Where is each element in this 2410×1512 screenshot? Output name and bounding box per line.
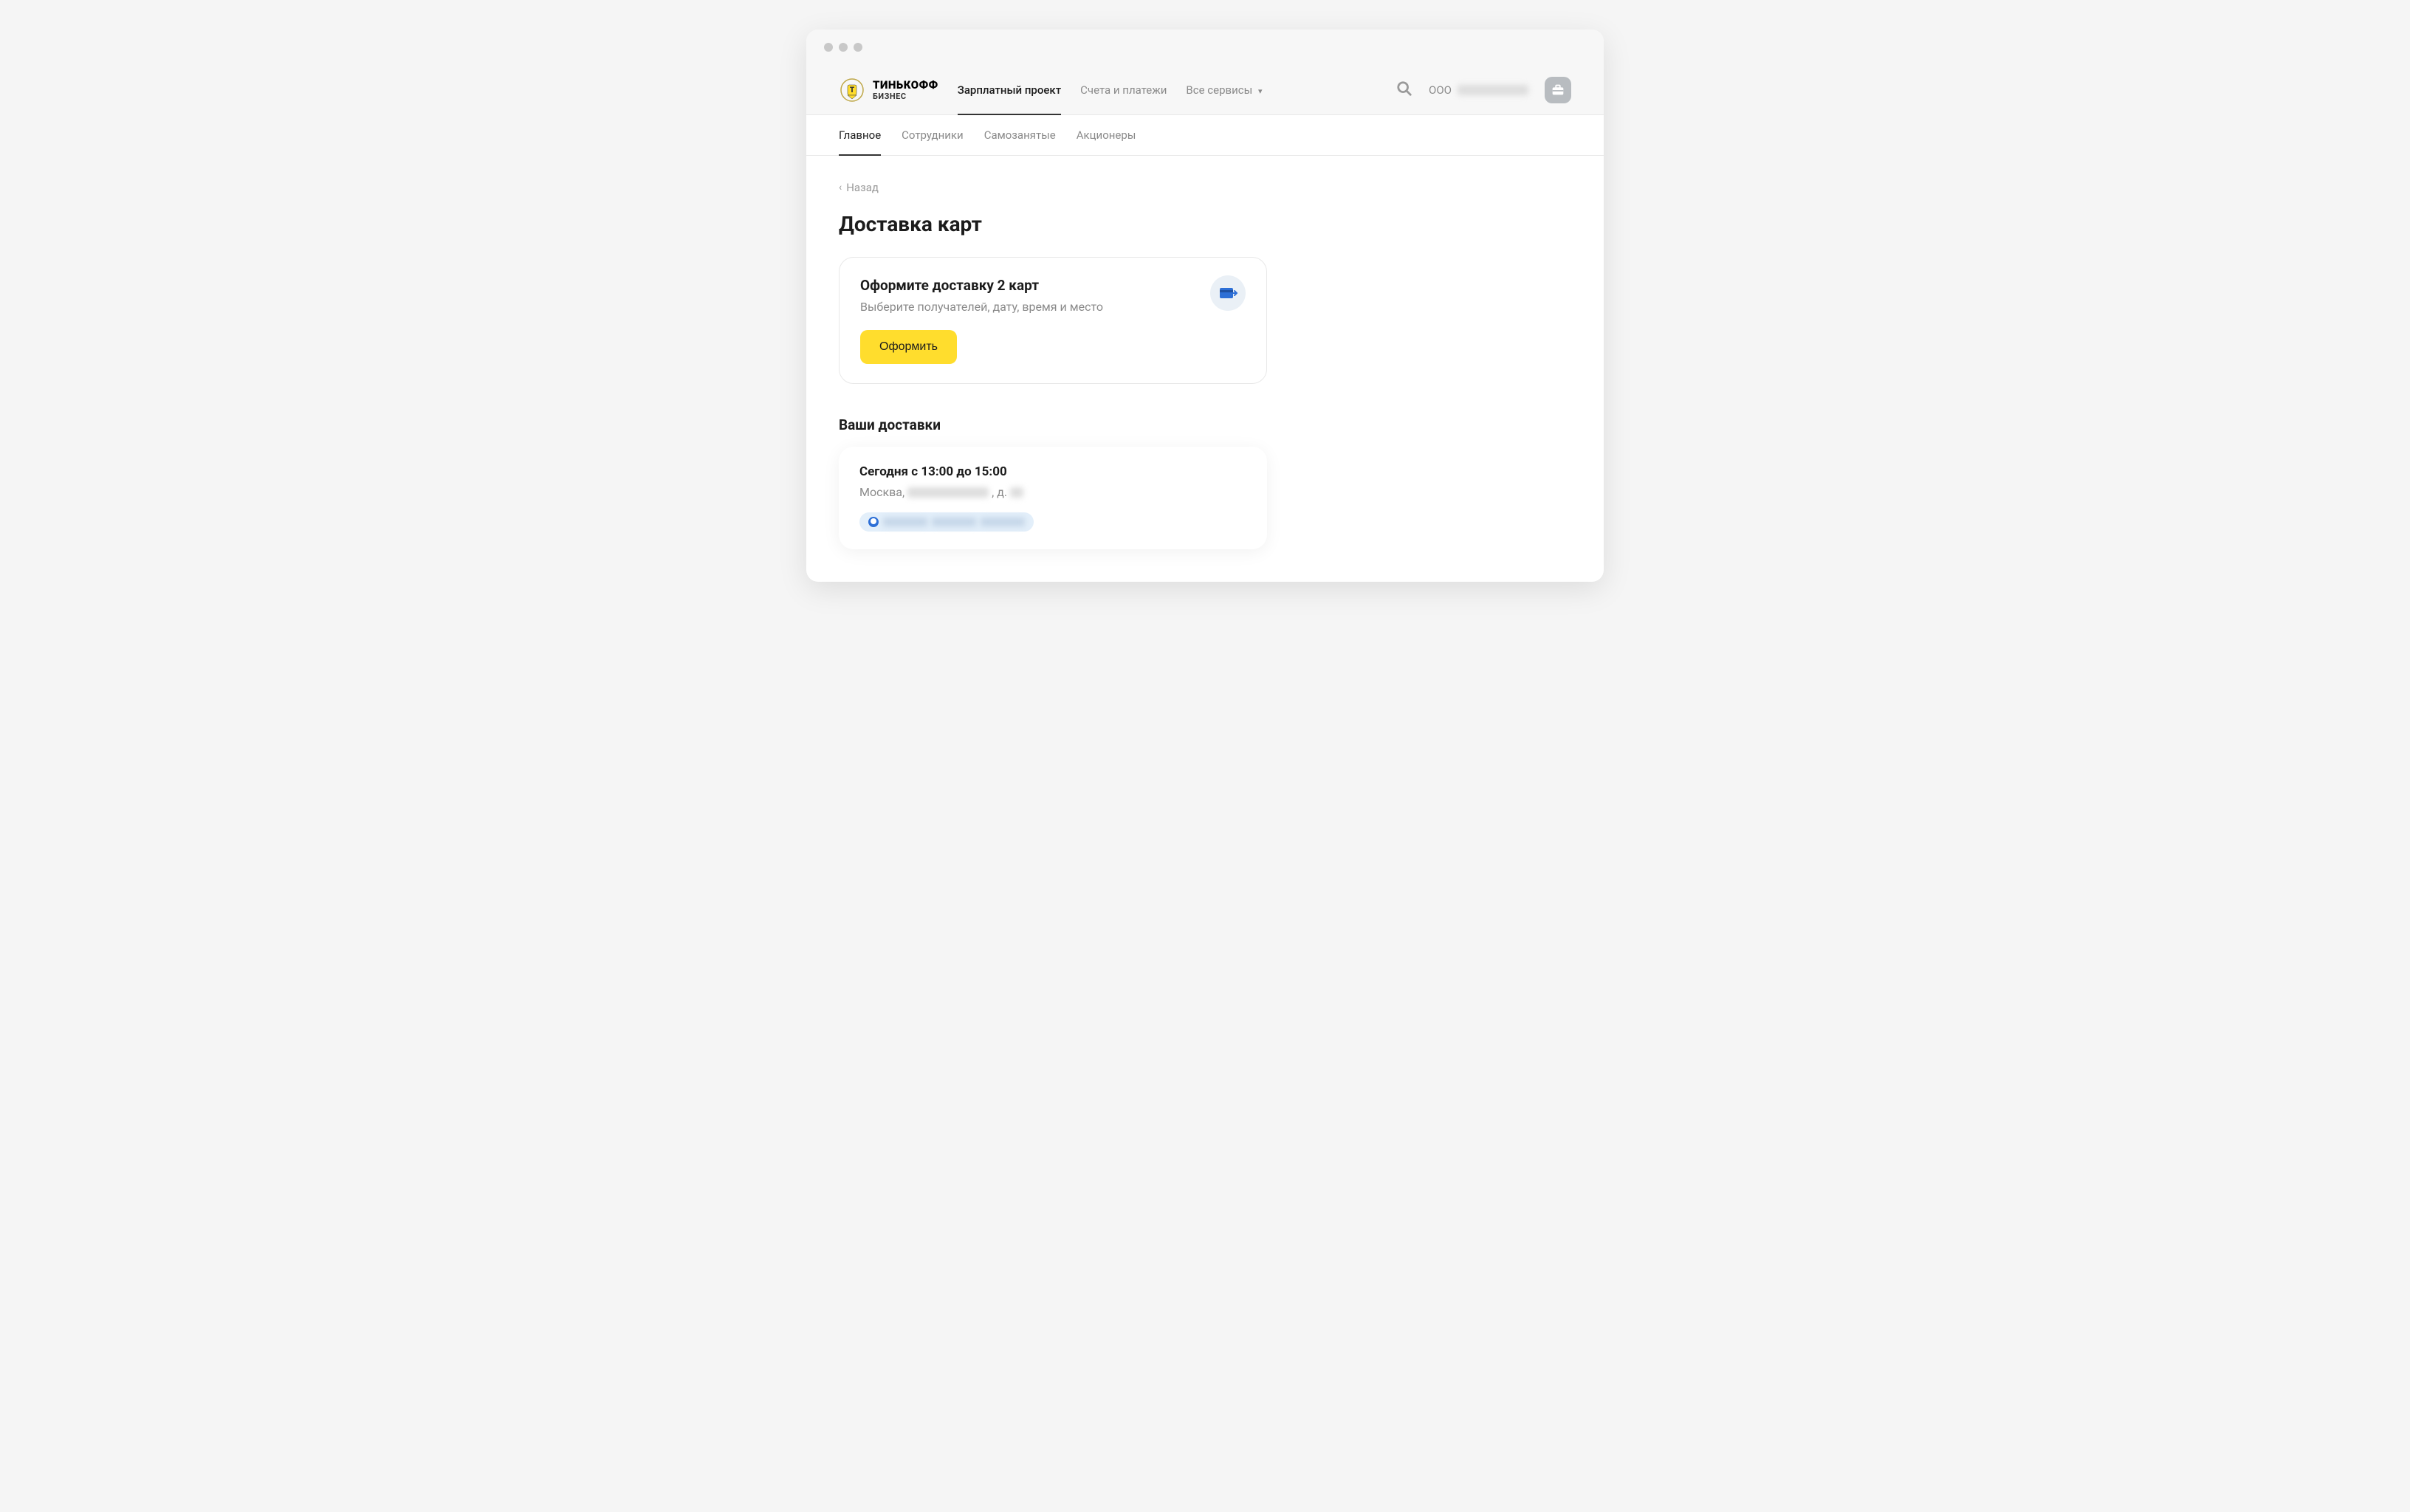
delivery-card[interactable]: Сегодня с 13:00 до 15:00 Москва, , д. xyxy=(839,447,1267,549)
nav-item-accounts[interactable]: Счета и платежи xyxy=(1080,66,1167,114)
address-house-redacted xyxy=(1010,487,1023,498)
top-nav-items: Зарплатный проект Счета и платежи Все се… xyxy=(958,66,1396,114)
window-titlebar xyxy=(806,30,1604,65)
chevron-left-icon: ‹ xyxy=(839,182,842,193)
search-button[interactable] xyxy=(1396,80,1412,100)
order-delivery-card: Оформите доставку 2 карт Выберите получа… xyxy=(839,257,1267,384)
top-nav: T ТИНЬКОФФ БИЗНЕС Зарплатный проект Счет… xyxy=(806,65,1604,115)
address-street-redacted xyxy=(907,487,989,498)
subnav-item-selfemployed[interactable]: Самозанятые xyxy=(984,115,1056,155)
company-name[interactable]: ООО xyxy=(1429,83,1528,97)
search-icon xyxy=(1396,80,1412,97)
logo[interactable]: T ТИНЬКОФФ БИЗНЕС xyxy=(839,77,938,103)
chevron-down-icon: ▾ xyxy=(1258,86,1263,96)
window-control-close[interactable] xyxy=(824,43,833,52)
subnav-item-main[interactable]: Главное xyxy=(839,115,881,155)
svg-text:T: T xyxy=(850,86,855,94)
back-link[interactable]: ‹ Назад xyxy=(839,181,879,194)
order-card-subtitle: Выберите получателей, дату, время и мест… xyxy=(860,300,1246,314)
order-card-title: Оформите доставку 2 карт xyxy=(860,277,1246,294)
window-control-minimize[interactable] xyxy=(839,43,848,52)
sub-nav: Главное Сотрудники Самозанятые Акционеры xyxy=(806,115,1604,156)
briefcase-icon xyxy=(1550,82,1566,98)
nav-item-payroll[interactable]: Зарплатный проект xyxy=(958,66,1061,114)
company-prefix: ООО xyxy=(1429,83,1452,97)
order-button[interactable]: Оформить xyxy=(860,330,957,364)
logo-text: ТИНЬКОФФ БИЗНЕС xyxy=(873,80,938,100)
deliveries-section-title: Ваши доставки xyxy=(839,416,1571,433)
top-nav-right: ООО xyxy=(1396,77,1571,103)
back-label: Назад xyxy=(846,181,879,194)
recipient-name-redacted xyxy=(932,518,976,526)
delivery-address: Москва, , д. xyxy=(859,485,1246,499)
address-house-prefix: , д. xyxy=(992,485,1007,499)
page-content: ‹ Назад Доставка карт Оформите доставку … xyxy=(806,156,1604,582)
nav-item-services-dropdown[interactable]: Все сервисы ▾ xyxy=(1186,66,1262,114)
company-name-redacted xyxy=(1458,85,1528,95)
page-title: Доставка карт xyxy=(839,212,1571,236)
briefcase-button[interactable] xyxy=(1545,77,1571,103)
person-icon xyxy=(868,517,879,527)
recipient-name-redacted xyxy=(883,518,927,526)
card-send-icon xyxy=(1218,286,1238,300)
app-window: T ТИНЬКОФФ БИЗНЕС Зарплатный проект Счет… xyxy=(806,30,1604,582)
delivery-time: Сегодня с 13:00 до 15:00 xyxy=(859,464,1246,479)
address-city: Москва, xyxy=(859,485,904,499)
subnav-item-employees[interactable]: Сотрудники xyxy=(902,115,964,155)
window-control-maximize[interactable] xyxy=(854,43,862,52)
subnav-item-shareholders[interactable]: Акционеры xyxy=(1077,115,1136,155)
card-delivery-icon-badge xyxy=(1210,275,1246,311)
recipient-name-redacted xyxy=(981,518,1025,526)
logo-crest-icon: T xyxy=(839,77,865,103)
logo-line1: ТИНЬКОФФ xyxy=(873,80,938,91)
recipient-chip[interactable] xyxy=(859,512,1034,532)
logo-line2: БИЗНЕС xyxy=(873,92,938,100)
